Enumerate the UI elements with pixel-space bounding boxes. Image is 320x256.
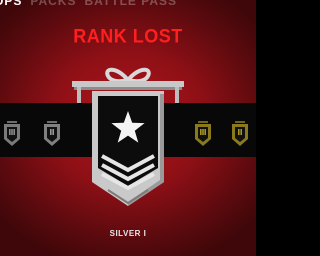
rank-lost-title: RANK LOST xyxy=(73,25,183,47)
rank-badge-icon xyxy=(44,121,60,146)
rank-name-label: SILVER I xyxy=(109,229,147,238)
silver-rank-badge-icon xyxy=(72,67,184,206)
rank-badge-icon xyxy=(195,121,211,146)
rank-badge-icon xyxy=(232,121,248,146)
tab-battle-pass[interactable]: BATTLE PASS xyxy=(84,0,177,8)
tab-ops[interactable]: OPS xyxy=(0,0,22,8)
top-nav: OPS PACKS BATTLE PASS xyxy=(0,0,177,8)
rank-badge-icon xyxy=(4,121,20,146)
tab-packs[interactable]: PACKS xyxy=(30,0,76,8)
rank-result-screen: OPS PACKS BATTLE PASS RANK LOST xyxy=(0,0,256,256)
